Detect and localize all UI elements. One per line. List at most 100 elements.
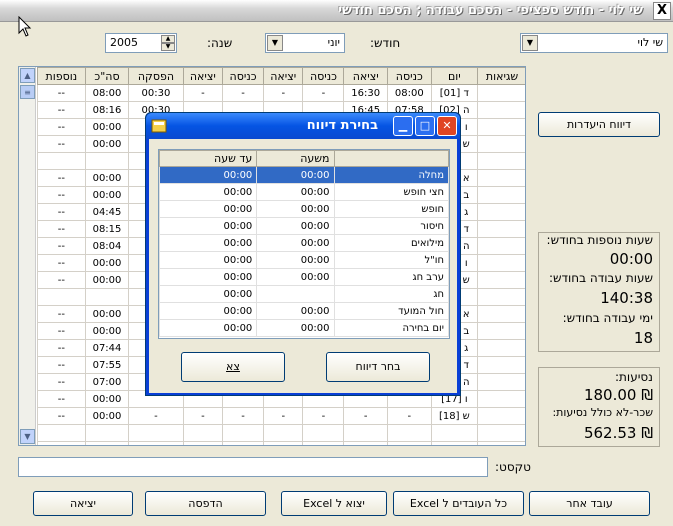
list-item[interactable]: 00:00 00:00 מילואים — [159, 234, 449, 252]
scroll-down-icon[interactable]: ▼ — [20, 429, 35, 444]
dialog-exit-button[interactable]: צא — [181, 352, 285, 382]
table-cell — [430, 424, 479, 442]
table-cell: - — [302, 84, 345, 102]
table-cell: 00:00 — [84, 322, 130, 340]
table-cell: - — [222, 84, 265, 102]
month-select[interactable]: יוני ▼ — [265, 33, 345, 53]
export-excel-button[interactable]: יצוא ל Excel — [281, 491, 387, 516]
list-item[interactable]: 00:00 00:00 חיסור — [159, 217, 449, 235]
dialog-column-header[interactable]: משעה — [256, 150, 335, 167]
year-spinner[interactable]: 2005 ▲ ▼ — [105, 33, 177, 53]
dialog-column-header[interactable] — [333, 150, 449, 167]
all-employees-excel-button[interactable]: כל העובדים ל Excel — [393, 491, 524, 516]
trips-value: 180.00 ₪ — [583, 386, 653, 404]
work-days-label: ימי עבודה בחודש: — [562, 311, 653, 325]
table-cell — [84, 288, 130, 306]
close-window-button[interactable]: X — [653, 2, 671, 20]
list-cell: 00:00 — [256, 200, 335, 218]
trips-label: נסיעות: — [615, 370, 653, 384]
table-cell — [128, 424, 184, 442]
table-cell — [182, 424, 224, 442]
dialog-column-header[interactable]: עד שעה — [159, 150, 258, 167]
grid-scrollbar[interactable]: ▲ ≡ ▼ — [19, 67, 36, 445]
table-cell: 00:30 — [128, 84, 184, 102]
table-cell: -- — [37, 254, 86, 272]
grid-column-header[interactable]: נוספות — [37, 67, 86, 85]
list-cell: 00:00 — [159, 217, 258, 235]
table-cell: 08:16 — [84, 101, 130, 119]
table-cell — [477, 271, 525, 289]
list-item[interactable]: 00:00 00:00 ערב חג — [159, 268, 449, 286]
spin-up-icon[interactable]: ▲ — [161, 35, 175, 43]
table-row[interactable]: -- 08:00 00:30- - - -16:30 08:00 [01] ד — [37, 84, 525, 102]
list-item[interactable]: 00:00 00:00 חצי חופש — [159, 183, 449, 201]
table-row[interactable]: -- 00:00- - - - - - - [18] ש — [37, 407, 525, 425]
table-cell: -- — [37, 305, 86, 323]
list-item[interactable]: 00:00 00:00 חופש — [159, 200, 449, 218]
list-cell: 00:00 — [256, 251, 335, 269]
grid-column-header[interactable]: יציאה — [182, 67, 224, 85]
chevron-down-icon[interactable]: ▼ — [522, 35, 538, 51]
list-cell: 00:00 — [159, 183, 258, 201]
table-cell: -- — [37, 373, 86, 391]
table-cell — [37, 288, 86, 306]
table-cell — [84, 424, 130, 442]
table-cell — [477, 152, 525, 170]
salary-no-trips-label: שכר-לא כולל נסיעות: — [552, 406, 653, 419]
table-cell: 08:04 — [84, 237, 130, 255]
choose-report-button[interactable]: בחר דיווח — [326, 352, 430, 382]
work-hours-label: שעות עבודה בחודש: — [548, 271, 653, 285]
table-cell — [477, 237, 525, 255]
grid-column-header[interactable]: יום — [430, 67, 479, 85]
print-button[interactable]: הדפסה — [145, 491, 266, 516]
table-cell: 00:00 — [84, 271, 130, 289]
grid-column-header[interactable]: יציאה — [263, 67, 304, 85]
table-cell: -- — [37, 118, 86, 136]
close-icon[interactable]: ✕ — [437, 116, 457, 136]
grid-column-header[interactable]: כניסה — [302, 67, 345, 85]
monthly-summary-panel: שעות נוספות בחודש: 00:00 שעות עבודה בחוד… — [538, 232, 660, 352]
list-cell: 00:00 — [256, 183, 335, 201]
text-input[interactable] — [18, 457, 488, 477]
grid-column-header[interactable]: כניסה — [222, 67, 265, 85]
grid-column-header[interactable]: יציאה — [343, 67, 389, 85]
maximize-icon[interactable]: □ — [415, 116, 435, 136]
grid-column-header[interactable]: שגיאות — [477, 67, 525, 85]
chevron-down-icon[interactable]: ▼ — [267, 35, 283, 51]
grid-column-header[interactable]: הפסקה — [128, 67, 184, 85]
table-cell: 08:00 — [387, 84, 432, 102]
table-cell: - — [302, 407, 345, 425]
table-cell: 07:44 — [84, 339, 130, 357]
table-cell: 16:30 — [343, 84, 389, 102]
grid-column-header[interactable]: סה"כ — [84, 67, 130, 85]
list-item[interactable]: 00:00 חג — [159, 285, 449, 303]
employee-select[interactable]: שי לוי ▼ — [520, 33, 668, 53]
list-item[interactable]: 00:00 00:00 חו"ל — [159, 251, 449, 269]
other-employee-button[interactable]: עובד אחר — [529, 491, 650, 516]
list-cell: 00:00 — [159, 302, 258, 320]
table-cell — [302, 424, 345, 442]
table-cell: 07:55 — [84, 441, 130, 445]
report-absence-button[interactable]: דיווח היעדרות — [538, 112, 660, 137]
app-icon — [151, 119, 167, 133]
table-cell — [477, 186, 525, 204]
scroll-up-icon[interactable]: ▲ — [20, 68, 35, 83]
exit-button[interactable]: יציאה — [33, 491, 133, 516]
list-cell: יום בחירה — [333, 319, 449, 337]
list-item[interactable]: 00:00 00:00 מחלה — [159, 166, 449, 184]
scroll-thumb[interactable]: ≡ — [20, 85, 35, 99]
text-label: טקסט: — [495, 460, 531, 474]
report-type-list[interactable]: עד שעה משעה 00:00 00:00 מחלה 00:00 00:00 חצי ח… — [158, 149, 450, 339]
table-row[interactable] — [37, 424, 525, 442]
minimize-icon[interactable]: ▁ — [393, 116, 413, 136]
list-cell: 00:00 — [256, 166, 335, 184]
table-row[interactable]: --07:5500:30 16:2408:00[19] א — [37, 441, 525, 445]
table-cell: - — [182, 84, 224, 102]
list-cell: חופש — [333, 200, 449, 218]
list-item[interactable]: 00:00 00:00 חול המועד — [159, 302, 449, 320]
grid-column-header[interactable]: כניסה — [387, 67, 432, 85]
table-cell — [477, 220, 525, 238]
spin-down-icon[interactable]: ▼ — [161, 43, 175, 51]
list-item[interactable]: 00:00 00:00 יום בחירה — [159, 319, 449, 337]
table-cell — [477, 356, 525, 374]
